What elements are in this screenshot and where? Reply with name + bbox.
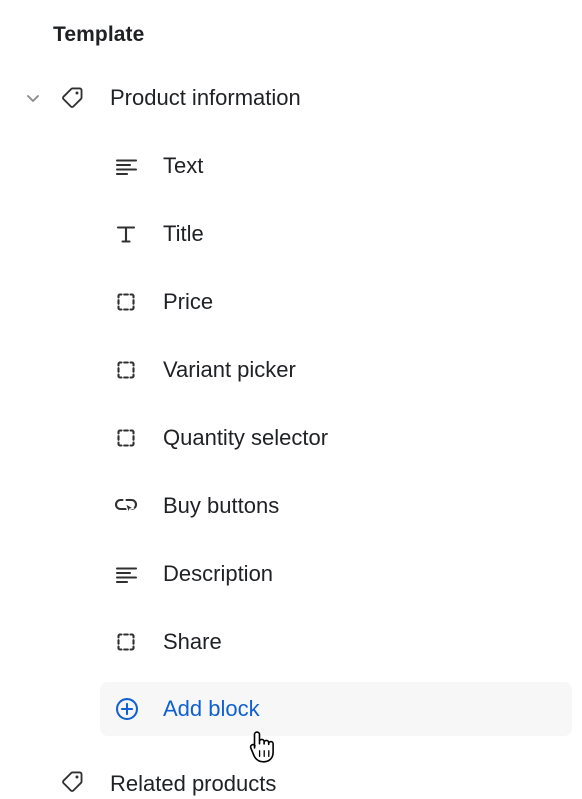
block-row-description[interactable]: Description bbox=[0, 546, 582, 602]
circle-plus-icon bbox=[114, 696, 140, 722]
block-label: Title bbox=[163, 221, 204, 246]
add-block-label: Add block bbox=[163, 696, 260, 721]
block-label: Price bbox=[163, 289, 214, 314]
block-label: Share bbox=[163, 629, 222, 654]
placeholder-corners-icon bbox=[111, 423, 141, 453]
title-t-icon bbox=[111, 219, 141, 249]
block-label: Quantity selector bbox=[163, 425, 329, 450]
block-row-variant-picker[interactable]: Variant picker bbox=[0, 342, 582, 398]
placeholder-corners-icon bbox=[111, 355, 141, 385]
button-cursor-icon bbox=[111, 491, 141, 521]
block-row-buy-buttons[interactable]: Buy buttons bbox=[0, 478, 582, 534]
placeholder-corners-icon bbox=[111, 627, 141, 657]
section-label: Product information bbox=[110, 85, 301, 110]
placeholder-corners-icon bbox=[111, 287, 141, 317]
section-label: Related products bbox=[110, 771, 277, 796]
section-header-product-information[interactable]: Product information bbox=[0, 75, 582, 121]
block-row-price[interactable]: Price bbox=[0, 274, 582, 330]
block-label: Buy buttons bbox=[163, 493, 280, 518]
block-row-text[interactable]: Text bbox=[0, 138, 582, 194]
section-header-related-products[interactable]: Related products bbox=[0, 748, 582, 796]
tag-icon bbox=[58, 768, 86, 796]
block-row-share[interactable]: Share bbox=[0, 614, 582, 670]
block-label: Text bbox=[163, 153, 204, 178]
text-lines-icon bbox=[111, 151, 141, 181]
chevron-down-icon[interactable] bbox=[20, 85, 46, 111]
text-lines-icon bbox=[111, 559, 141, 589]
block-row-title[interactable]: Title bbox=[0, 206, 582, 262]
block-label: Description bbox=[163, 561, 274, 586]
add-block-button[interactable]: Add block bbox=[0, 682, 582, 736]
block-row-quantity-selector[interactable]: Quantity selector bbox=[0, 410, 582, 466]
template-sidebar-panel: Template Product information Text Title … bbox=[0, 0, 582, 796]
page-title: Template bbox=[53, 23, 145, 46]
tag-icon bbox=[58, 84, 86, 112]
block-label: Variant picker bbox=[163, 357, 296, 382]
